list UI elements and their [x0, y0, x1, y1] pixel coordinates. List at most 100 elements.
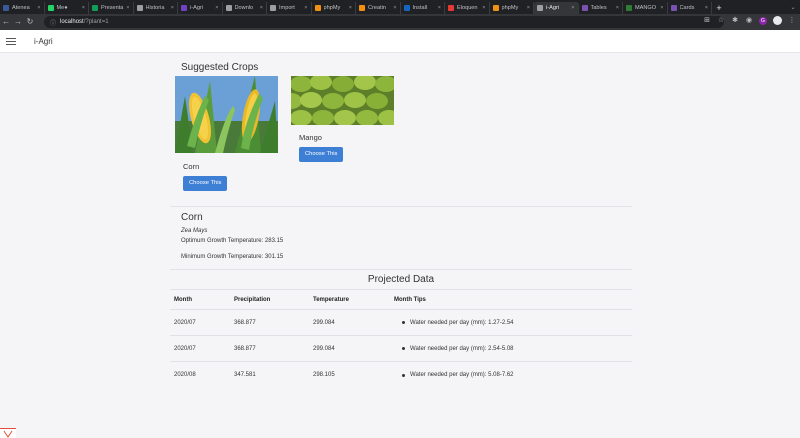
cell-month: 2020/07: [174, 345, 196, 352]
tab-close-icon[interactable]: ×: [527, 5, 530, 11]
browser-tab[interactable]: Creatin ×: [356, 2, 401, 14]
tab-title: Cards: [679, 5, 695, 11]
extension-icon[interactable]: ✱: [731, 17, 739, 25]
browser-tab[interactable]: Tables ×: [579, 2, 623, 14]
browser-tab[interactable]: MANGO ×: [623, 2, 668, 14]
reload-icon[interactable]: ↻: [24, 14, 36, 30]
browser-tab[interactable]: i-Agri ×: [534, 2, 579, 14]
browser-menu-icon[interactable]: ⋮: [788, 17, 796, 25]
tab-favicon-icon: [626, 5, 632, 11]
choose-corn-button[interactable]: Choose This: [183, 176, 228, 191]
browser-tab[interactable]: Cards ×: [668, 2, 712, 14]
tab-favicon-icon: [448, 5, 454, 11]
tab-title: Install: [412, 5, 428, 11]
browser-tab[interactable]: Atenea ×: [0, 2, 45, 14]
forward-icon[interactable]: →: [12, 14, 24, 30]
tab-title: Downlo: [234, 5, 254, 11]
tab-favicon-icon: [225, 5, 232, 11]
tab-close-icon[interactable]: ×: [171, 5, 174, 11]
cell-temperature: 299.084: [313, 345, 335, 352]
tab-close-icon[interactable]: ×: [215, 5, 218, 11]
corn-image: [175, 76, 278, 153]
browser-toolbar: ← → ↻ ⓘ localhost/?plant=1 ⊞ ☆ ✱ ◉ G ⋮: [0, 14, 800, 30]
brand-title[interactable]: i-Agri: [34, 37, 53, 46]
tab-close-icon[interactable]: ×: [304, 5, 307, 11]
tab-search-icon[interactable]: ⌄: [786, 2, 800, 14]
tab-favicon-icon: [670, 5, 677, 11]
browser-tab[interactable]: phpMy ×: [312, 2, 356, 14]
cell-precipitation: 368.877: [234, 345, 256, 352]
tab-title: Presenta: [101, 5, 124, 11]
tip-list-item: Water needed per day (mm): 5.08-7.62: [394, 372, 632, 378]
cell-tip: Water needed per day (mm): 5.08-7.62: [410, 372, 514, 378]
optimum-temperature: Optimum Growth Temperature: 283.15: [181, 238, 284, 244]
tab-favicon-icon: [537, 5, 543, 11]
header-month: Month: [174, 296, 192, 303]
translate-icon[interactable]: ⊞: [703, 17, 711, 25]
projected-data-table: Month Precipitation Temperature Month Ti…: [170, 289, 632, 388]
tab-favicon-icon: [581, 5, 588, 11]
cell-temperature: 298.105: [313, 372, 335, 378]
tip-list-item: Water needed per day (mm): 1.27-2.54: [394, 320, 632, 326]
section-divider: [170, 269, 632, 270]
browser-tab[interactable]: Install ×: [401, 2, 445, 14]
debugbar-indicator[interactable]: [0, 428, 16, 438]
browser-tab[interactable]: Downlo ×: [223, 2, 267, 14]
new-tab-icon[interactable]: +: [712, 2, 726, 14]
back-icon[interactable]: ←: [0, 14, 12, 30]
tab-title: i-Agri: [190, 5, 204, 11]
tab-title: phpMy: [323, 5, 341, 11]
tab-close-icon[interactable]: ×: [393, 5, 396, 11]
tab-title: Tables: [590, 5, 607, 11]
tab-favicon-icon: [136, 5, 143, 11]
minimum-temperature: Minimum Growth Temperature: 301.15: [181, 254, 284, 260]
info-icon[interactable]: ⓘ: [50, 18, 56, 27]
bullet-icon: [402, 347, 405, 350]
hamburger-menu-icon[interactable]: [6, 37, 16, 45]
tab-close-icon[interactable]: ×: [660, 5, 663, 11]
tab-close-icon[interactable]: ×: [438, 5, 441, 11]
choose-mango-button[interactable]: Choose This: [299, 147, 344, 162]
crop-detail-title: Corn: [181, 212, 203, 223]
projected-data-title: Projected Data: [367, 274, 435, 285]
cell-temperature: 299.084: [313, 319, 335, 326]
browser-actions: ⊞ ☆ ✱ ◉ G ⋮: [703, 16, 796, 25]
tab-close-icon[interactable]: ×: [349, 5, 352, 11]
tab-close-icon[interactable]: ×: [82, 5, 85, 11]
table-row: 2020/08 347.581 298.105 Water needed per…: [170, 362, 632, 388]
bookmark-star-icon[interactable]: ☆: [717, 17, 725, 25]
bullet-icon: [402, 321, 405, 324]
browser-tab[interactable]: phpMy ×: [490, 2, 534, 14]
tab-close-icon[interactable]: ×: [705, 5, 708, 11]
table-row: 2020/07 368.877 299.084 Water needed per…: [170, 310, 632, 336]
browser-tab[interactable]: Presenta ×: [89, 2, 134, 14]
tab-favicon-icon: [270, 5, 276, 11]
tab-close-icon[interactable]: ×: [37, 5, 40, 11]
browser-tab[interactable]: Eloquen ×: [445, 2, 490, 14]
browser-tab[interactable]: Me● ×: [45, 2, 89, 14]
tab-title: Creatin: [368, 5, 387, 11]
address-bar[interactable]: ⓘ localhost/?plant=1: [44, 16, 724, 28]
extension-circle-icon[interactable]: ◉: [745, 17, 753, 25]
table-row: 2020/07 368.877 299.084 Water needed per…: [170, 336, 632, 362]
tab-close-icon[interactable]: ×: [260, 5, 263, 11]
browser-tab[interactable]: i-Agri ×: [178, 2, 223, 14]
profile-avatar[interactable]: [773, 16, 782, 25]
crop-card-mango: Mango Choose This: [291, 76, 394, 162]
tab-close-icon[interactable]: ×: [126, 5, 129, 11]
browser-tab[interactable]: Import ×: [267, 2, 312, 14]
tab-title: i-Agri: [546, 5, 560, 11]
cell-month: 2020/08: [174, 372, 196, 378]
tab-title: Atenea: [12, 5, 30, 11]
tab-favicon-icon: [3, 5, 9, 11]
header-precipitation: Precipitation: [234, 296, 271, 303]
tab-title: MANGO: [635, 5, 657, 11]
cell-precipitation: 347.581: [234, 372, 256, 378]
browser-tab[interactable]: Historia ×: [134, 2, 178, 14]
tab-close-icon[interactable]: ×: [571, 5, 574, 11]
extension-g-icon[interactable]: G: [759, 16, 767, 25]
laravel-debugbar-icon: [3, 430, 13, 438]
tab-title: phpMy: [501, 5, 519, 11]
tab-close-icon[interactable]: ×: [482, 5, 485, 11]
tab-close-icon[interactable]: ×: [616, 5, 619, 11]
